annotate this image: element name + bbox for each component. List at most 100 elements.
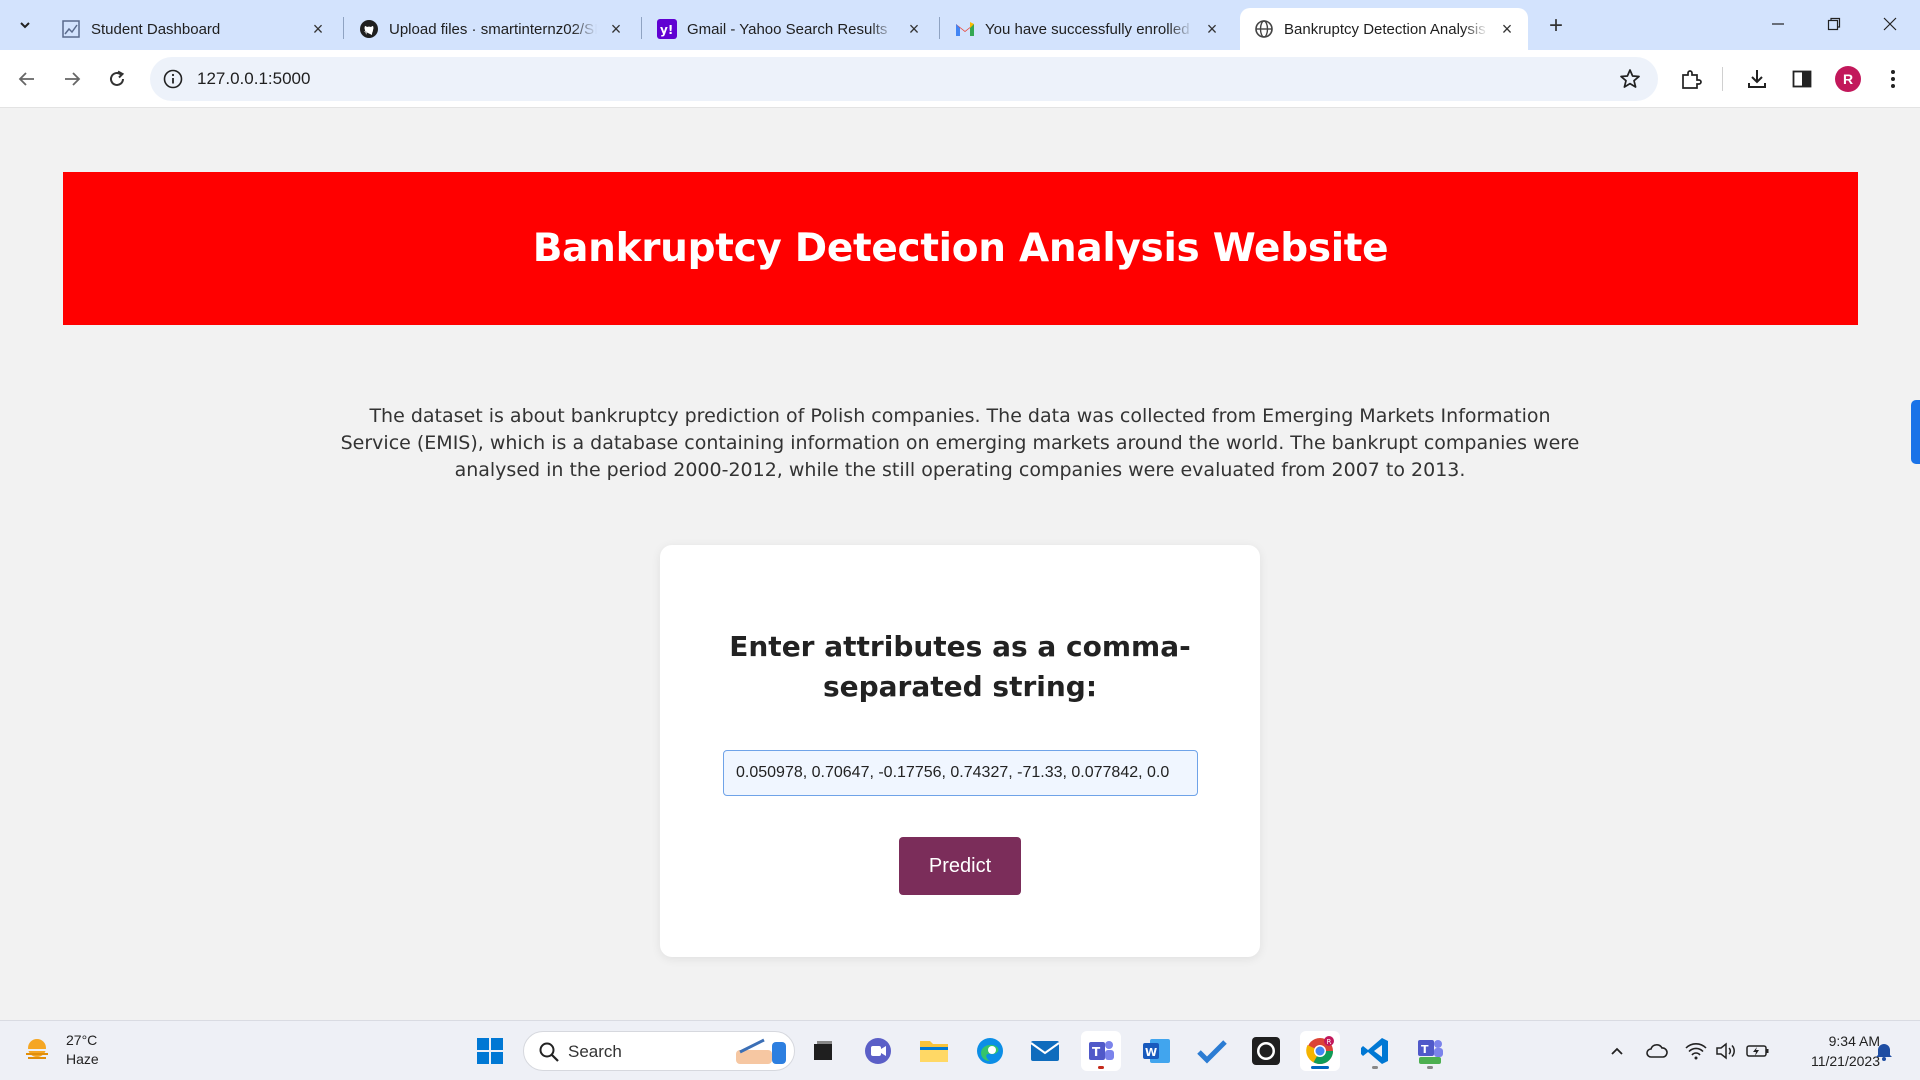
github-desktop-app[interactable] (1246, 1031, 1286, 1071)
word-app[interactable]: W (1137, 1031, 1177, 1071)
address-bar[interactable]: 127.0.0.1:5000 (150, 57, 1658, 101)
close-icon[interactable]: × (1201, 18, 1223, 40)
downloads-button[interactable] (1742, 64, 1772, 94)
windows-taskbar: 27°C Haze Search T W R T 9:34 AM 11/21/2… (0, 1020, 1920, 1080)
teams-new-app[interactable]: T (1410, 1031, 1450, 1071)
running-indicator (1427, 1066, 1433, 1069)
tab-gmail-enrolled[interactable]: You have successfully enrolled f × (941, 8, 1233, 50)
running-indicator (1311, 1066, 1329, 1069)
side-panel-icon (1792, 70, 1812, 88)
tab-separator (939, 17, 940, 39)
search-highlight-icon (736, 1038, 786, 1064)
tab-title: Gmail - Yahoo Search Results (687, 20, 888, 38)
battery-tray[interactable] (1746, 1039, 1770, 1063)
todo-app[interactable] (1192, 1031, 1232, 1071)
page-title: Bankruptcy Detection Analysis Website (532, 226, 1389, 271)
tab-search-button[interactable] (10, 10, 40, 40)
tab-title: Upload files · smartinternz02/SI (389, 20, 597, 38)
close-window-button[interactable] (1862, 0, 1918, 48)
tab-bankruptcy-detection[interactable]: Bankruptcy Detection Analysis W × (1240, 8, 1528, 50)
download-icon (1748, 70, 1766, 88)
taskbar-search[interactable]: Search (523, 1031, 795, 1071)
task-view-button[interactable] (803, 1031, 843, 1071)
back-button[interactable] (9, 61, 45, 97)
tab-title: Student Dashboard (91, 20, 221, 38)
chevron-up-icon (1611, 1047, 1623, 1055)
tab-separator (641, 17, 642, 39)
show-hidden-icons-button[interactable] (1605, 1039, 1629, 1063)
new-tab-button[interactable]: + (1540, 10, 1572, 42)
edge-app[interactable] (970, 1031, 1010, 1071)
extensions-button[interactable] (1676, 64, 1706, 94)
system-clock[interactable]: 9:34 AM 11/21/2023 (1780, 1031, 1880, 1071)
minimize-icon (1772, 23, 1784, 25)
network-tray[interactable] (1684, 1039, 1708, 1063)
tab-yahoo-search[interactable]: y! Gmail - Yahoo Search Results × (643, 8, 935, 50)
restore-button[interactable] (1806, 0, 1862, 48)
page-viewport: Bankruptcy Detection Analysis Website Th… (0, 108, 1920, 1020)
reload-button[interactable] (99, 61, 135, 97)
search-icon (539, 1042, 559, 1062)
close-icon[interactable]: × (1496, 18, 1518, 40)
weather-widget[interactable]: 27°C Haze (22, 1031, 99, 1069)
browser-menu-button[interactable] (1878, 64, 1908, 94)
meet-app[interactable] (858, 1031, 898, 1071)
wifi-icon (1685, 1043, 1707, 1060)
svg-text:T: T (1421, 1043, 1429, 1056)
github-icon (1252, 1037, 1280, 1065)
speaker-icon (1716, 1042, 1735, 1060)
browser-toolbar: 127.0.0.1:5000 (0, 50, 1920, 108)
puzzle-icon (1682, 70, 1702, 89)
tab-strip: Student Dashboard × Upload files · smart… (0, 0, 1920, 50)
vscode-app[interactable] (1355, 1031, 1395, 1071)
side-panel-tab[interactable] (1911, 400, 1920, 464)
task-view-icon (814, 1041, 832, 1060)
dataset-description: The dataset is about bankruptcy predicti… (340, 405, 1580, 481)
more-vertical-icon (1891, 70, 1895, 88)
prediction-form-card: Enter attributes as a comma-separated st… (660, 545, 1260, 957)
file-explorer-app[interactable] (914, 1031, 954, 1071)
close-icon (1883, 17, 1897, 31)
tab-student-dashboard[interactable]: Student Dashboard × (47, 8, 339, 50)
attributes-input[interactable] (723, 750, 1198, 796)
reload-icon (110, 70, 125, 86)
folder-icon (920, 1041, 948, 1062)
battery-charging-icon (1746, 1045, 1769, 1057)
close-icon[interactable]: × (307, 18, 329, 40)
svg-text:W: W (1145, 1046, 1157, 1059)
chrome-app[interactable]: R (1300, 1031, 1340, 1071)
start-button[interactable] (470, 1031, 510, 1071)
video-chat-icon (865, 1038, 891, 1064)
info-icon[interactable] (162, 68, 184, 90)
plus-icon: + (1548, 12, 1563, 39)
tab-separator (343, 17, 344, 39)
close-icon[interactable]: × (605, 18, 627, 40)
edge-icon (977, 1038, 1003, 1064)
tab-title: You have successfully enrolled f (985, 20, 1193, 38)
chevron-down-icon (20, 22, 30, 29)
forward-button[interactable] (54, 61, 90, 97)
clock-date: 11/21/2023 (1810, 1053, 1880, 1069)
predict-button[interactable]: Predict (899, 837, 1021, 895)
teams-app[interactable]: T (1081, 1031, 1121, 1071)
volume-tray[interactable] (1714, 1039, 1738, 1063)
arrow-right-icon (65, 72, 81, 86)
minimize-button[interactable] (1750, 0, 1806, 48)
toolbar-separator (1722, 67, 1723, 91)
onedrive-tray[interactable] (1645, 1039, 1669, 1063)
form-heading: Enter attributes as a comma-separated st… (729, 630, 1191, 703)
tab-upload-files[interactable]: Upload files · smartinternz02/SI × (345, 8, 637, 50)
page-header-banner: Bankruptcy Detection Analysis Website (63, 172, 1858, 325)
teams-new-icon: T (1418, 1040, 1443, 1064)
profile-avatar[interactable]: R (1835, 66, 1861, 92)
windows-logo-icon (477, 1038, 503, 1064)
close-icon[interactable]: × (903, 18, 925, 40)
notifications-button[interactable] (1872, 1039, 1896, 1063)
github-icon (359, 19, 379, 39)
star-icon[interactable] (1618, 67, 1642, 91)
yahoo-icon: y! (657, 19, 677, 39)
side-panel-button[interactable] (1787, 64, 1817, 94)
mail-app[interactable] (1025, 1031, 1065, 1071)
running-indicator (1372, 1066, 1378, 1069)
svg-text:y!: y! (660, 23, 673, 37)
